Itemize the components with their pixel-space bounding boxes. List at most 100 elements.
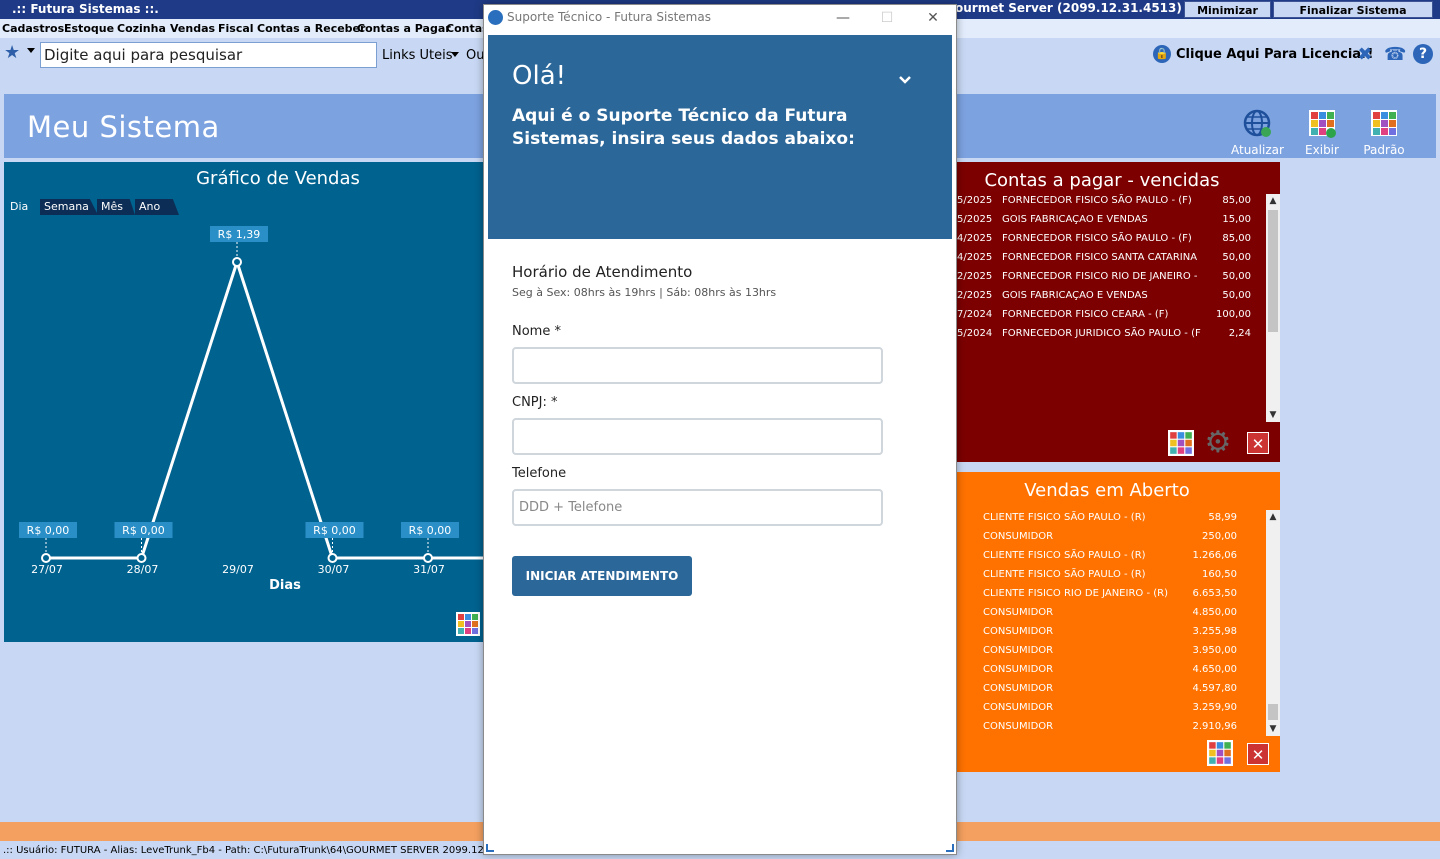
minimize-button[interactable]: Minimizar [1184, 1, 1271, 18]
favorites-caret-icon[interactable] [27, 48, 35, 53]
table-row[interactable]: CONSUMIDOR 2.910,96 [957, 718, 1267, 737]
menu-cozinha[interactable]: Cozinha [117, 22, 166, 35]
default-button[interactable]: Padrão [1362, 108, 1406, 157]
table-row[interactable]: CONSUMIDOR 3.255,98 [957, 623, 1267, 642]
cnpj-label: CNPJ: * [512, 395, 558, 410]
phone-field[interactable] [512, 489, 883, 526]
data-point [41, 553, 51, 563]
cnpj-field[interactable] [512, 418, 883, 455]
scroll-thumb[interactable] [1268, 704, 1278, 720]
dialog-window-title: Suporte Técnico - Futura Sistemas [507, 10, 711, 24]
table-row[interactable]: 4/2025 FORNECEDOR FISICO SANTA CATARINA 50… [957, 249, 1267, 268]
contas-pagar-scrollbar[interactable]: ▲ ▼ [1266, 194, 1280, 422]
ou-menu[interactable]: Ou [466, 48, 484, 63]
vendas-aberto-list: CLIENTE FISICO SÃO PAULO - (R) 58,99 CONSU… [957, 509, 1267, 737]
contas-pagar-list: 5/2025 FORNECEDOR FISICO SÃO PAULO - (F) 8… [957, 192, 1267, 344]
table-row[interactable]: CLIENTE FISICO RIO DE JANEIRO - (R) 6.653… [957, 585, 1267, 604]
lock-icon: 🔒 [1153, 45, 1171, 63]
pagar-tiles-icon[interactable] [1168, 430, 1194, 456]
supplier-name: FORNECEDOR FISICO SÃO PAULO - (F) [1002, 195, 1192, 206]
name-field[interactable] [512, 347, 883, 384]
table-row[interactable]: 2/2025 FORNECEDOR FISICO RIO DE JANEIRO -… [957, 268, 1267, 287]
table-row[interactable]: 5/2024 FORNECEDOR JURIDICO SÃO PAULO - (F… [957, 325, 1267, 344]
tab-dia[interactable]: Dia [6, 199, 40, 215]
table-row[interactable]: CONSUMIDOR 4.650,00 [957, 661, 1267, 680]
scroll-thumb[interactable] [1268, 210, 1278, 332]
dialog-greeting: Olá! [512, 61, 567, 91]
dialog-header: Olá! Aqui é o Suporte Técnico da Futura … [488, 35, 952, 239]
table-row[interactable]: 2/2025 GOIS FABRICAÇAO E VENDAS 50,00 [957, 287, 1267, 306]
favorites-star-icon[interactable]: ★ [4, 44, 22, 62]
gear-icon[interactable]: ⚙ [1203, 428, 1233, 458]
table-row[interactable]: CONSUMIDOR 4.850,00 [957, 604, 1267, 623]
headset-icon[interactable]: ☎ [1384, 44, 1406, 66]
license-link[interactable]: 🔒 Clique Aqui Para Licenciar! [1153, 45, 1373, 63]
amount: 2.910,96 [1192, 721, 1237, 732]
table-row[interactable]: 4/2025 FORNECEDOR FISICO SÃO PAULO - (F) 8… [957, 230, 1267, 249]
contas-pagar-panel: Contas a pagar - vencidas 5/2025 FORNECED… [957, 162, 1280, 462]
supplier-name: GOIS FABRICAÇAO E VENDAS [1002, 290, 1148, 301]
due-date: 5/2025 [957, 214, 993, 225]
dialog-maximize-icon[interactable]: ☐ [872, 7, 902, 29]
data-label: R$ 0,00 [409, 524, 452, 537]
supplier-name: FORNECEDOR FISICO RIO DE JANEIRO - [1002, 271, 1198, 282]
tools-icon[interactable]: ✖ [1354, 44, 1376, 66]
customer-name: CONSUMIDOR [983, 664, 1054, 675]
amount: 3.950,00 [1192, 645, 1237, 656]
app-title: .:: Futura Sistemas ::. [12, 2, 159, 16]
table-row[interactable]: CONSUMIDOR 3.259,90 [957, 699, 1267, 718]
amount: 6.653,50 [1192, 588, 1237, 599]
close-pagar-icon[interactable]: ✕ [1247, 432, 1269, 454]
table-row[interactable]: 5/2025 FORNECEDOR FISICO SÃO PAULO - (F) 8… [957, 192, 1267, 211]
customer-name: CONSUMIDOR [983, 607, 1054, 618]
table-row[interactable]: CLIENTE FISICO SÃO PAULO - (R) 1.266,06 [957, 547, 1267, 566]
help-icon[interactable]: ? [1413, 44, 1433, 64]
menu-estoque[interactable]: Estoque [64, 22, 114, 35]
table-row[interactable]: CONSUMIDOR 4.597,80 [957, 680, 1267, 699]
table-row[interactable]: CONSUMIDOR 3.950,00 [957, 642, 1267, 661]
scroll-up-icon[interactable]: ▲ [1266, 510, 1280, 524]
data-point [232, 257, 242, 267]
amount: 50,00 [1222, 252, 1251, 263]
dialog-close-icon[interactable]: ✕ [918, 7, 948, 29]
tab-mes[interactable]: Mês [97, 199, 135, 215]
chevron-down-icon[interactable] [898, 73, 912, 87]
refresh-button[interactable]: Atualizar [1231, 108, 1284, 157]
refresh-label: Atualizar [1231, 143, 1284, 157]
globe-refresh-icon [1243, 109, 1271, 137]
amount: 100,00 [1216, 309, 1251, 320]
menu-contas-receber[interactable]: Contas a Receber [257, 22, 365, 35]
dialog-minimize-icon[interactable]: — [828, 7, 858, 29]
menu-fiscal[interactable]: Fiscal [218, 22, 254, 35]
links-caret-icon[interactable] [451, 52, 459, 57]
table-row[interactable]: 5/2025 GOIS FABRICAÇAO E VENDAS 15,00 [957, 211, 1267, 230]
start-support-button[interactable]: INICIAR ATENDIMENTO [512, 556, 692, 596]
amount: 50,00 [1222, 271, 1251, 282]
show-button[interactable]: Exibir [1302, 108, 1342, 157]
menu-vendas[interactable]: Vendas [170, 22, 215, 35]
amount: 2,24 [1228, 328, 1251, 339]
table-row[interactable]: CLIENTE FISICO SÃO PAULO - (R) 160,50 [957, 566, 1267, 585]
scroll-down-icon[interactable]: ▼ [1266, 722, 1280, 736]
vendas-tiles-icon[interactable] [1207, 740, 1233, 766]
x-tick-label: 27/07 [31, 563, 63, 576]
search-input[interactable] [40, 42, 377, 68]
scroll-down-icon[interactable]: ▼ [1266, 408, 1280, 422]
menu-contas-pagar[interactable]: Contas a Pagar [357, 22, 451, 35]
table-row[interactable]: 7/2024 FORNECEDOR FISICO CEARA - (F) 100,0… [957, 306, 1267, 325]
tab-semana[interactable]: Semana [40, 199, 98, 215]
menu-cadastros[interactable]: Cadastros [2, 22, 64, 35]
resize-corner-right[interactable] [946, 844, 954, 852]
support-dialog: Suporte Técnico - Futura Sistemas — ☐ ✕ … [483, 4, 957, 855]
close-vendas-icon[interactable]: ✕ [1247, 743, 1269, 765]
chart-tiles-icon[interactable] [456, 612, 480, 636]
table-row[interactable]: CLIENTE FISICO SÃO PAULO - (R) 58,99 [957, 509, 1267, 528]
links-uteis-menu[interactable]: Links Uteis [382, 48, 453, 63]
amount: 3.255,98 [1192, 626, 1237, 637]
vendas-scrollbar[interactable]: ▲ ▼ [1266, 510, 1280, 736]
scroll-up-icon[interactable]: ▲ [1266, 194, 1280, 208]
tab-ano[interactable]: Ano [135, 199, 179, 215]
table-row[interactable]: CONSUMIDOR 250,00 [957, 528, 1267, 547]
amount: 160,50 [1202, 569, 1237, 580]
finish-system-button[interactable]: Finalizar Sistema [1273, 1, 1433, 18]
